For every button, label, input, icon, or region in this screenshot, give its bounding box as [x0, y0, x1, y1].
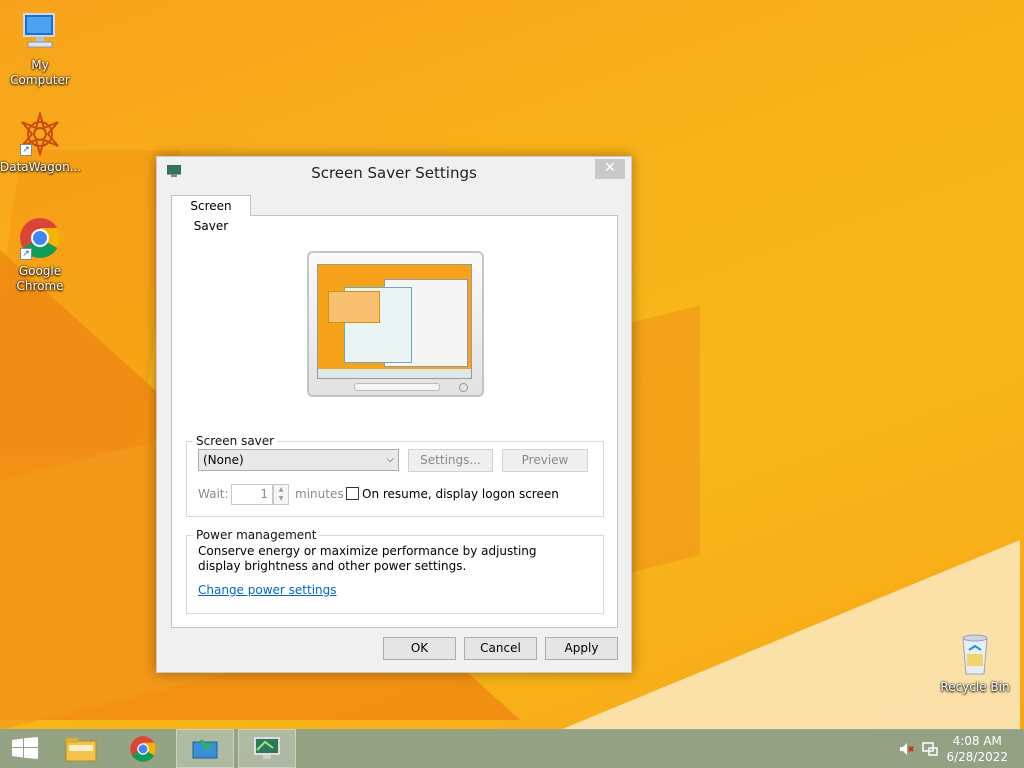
screen-saver-select[interactable]: (None) ⌵ — [198, 449, 399, 471]
close-icon: ✕ — [604, 160, 616, 176]
screen-saver-legend: Screen saver — [196, 434, 275, 448]
desktop-icon-label: DataWagon... — [0, 160, 82, 174]
chevron-down-icon: ⌵ — [386, 454, 394, 465]
datawagon-icon: ↗ — [18, 110, 62, 158]
screen-saver-settings-dialog: Screen Saver Settings ✕ Screen Saver Scr… — [156, 156, 632, 673]
change-power-settings-link[interactable]: Change power settings — [198, 583, 337, 597]
dialog-title: Screen Saver Settings — [311, 164, 477, 182]
computer-icon — [18, 10, 62, 54]
clock-time: 4:08 AM — [952, 734, 1002, 748]
desktop-icon-label: Google Chrome — [16, 264, 64, 293]
taskbar: 4:08 AM 6/28/2022 — [0, 729, 1024, 768]
taskbar-screen-saver-settings[interactable] — [238, 729, 296, 768]
system-clock[interactable]: 4:08 AM 6/28/2022 — [946, 733, 1008, 765]
spin-down-icon[interactable]: ▼ — [274, 494, 288, 503]
network-icon[interactable] — [922, 741, 938, 757]
wait-minutes-input[interactable]: 1 — [231, 484, 273, 505]
screen-saver-selected: (None) — [203, 453, 244, 467]
shortcut-arrow-icon: ↗ — [20, 248, 32, 260]
shortcut-arrow-icon: ↗ — [20, 144, 32, 156]
desktop-icon-recycle-bin[interactable]: Recycle Bin — [935, 632, 1015, 695]
title-bar[interactable]: Screen Saver Settings ✕ — [157, 157, 631, 187]
wait-spinner[interactable]: ▲ ▼ — [273, 484, 289, 505]
resume-logon-checkbox[interactable] — [346, 487, 359, 500]
preview-taskbar — [318, 369, 471, 378]
windows-logo-icon — [12, 737, 38, 759]
taskbar-chrome[interactable] — [114, 729, 172, 768]
cancel-button[interactable]: Cancel — [464, 637, 537, 660]
wait-label: Wait: — [198, 487, 229, 501]
folder-icon — [65, 738, 97, 762]
monitor-stand — [354, 383, 440, 391]
desktop-icon-datawagon[interactable]: ↗ DataWagon... — [0, 110, 82, 175]
apply-button[interactable]: Apply — [545, 637, 618, 660]
close-button[interactable]: ✕ — [595, 159, 625, 179]
desktop-icon-my-computer[interactable]: My Computer — [0, 10, 80, 88]
desktop-icon-label: Recycle Bin — [940, 680, 1010, 694]
app-window-icon — [192, 739, 218, 759]
display-settings-icon — [254, 737, 280, 759]
chrome-icon: ↗ — [18, 216, 62, 260]
preview-monitor — [328, 291, 380, 323]
taskbar-app-switcher[interactable] — [176, 729, 234, 768]
chrome-icon — [130, 736, 156, 762]
desktop-icon-google-chrome[interactable]: ↗ Google Chrome — [0, 216, 80, 294]
power-description: Conserve energy or maximize performance … — [198, 544, 537, 573]
monitor-preview — [307, 251, 484, 397]
monitor-power-button — [459, 383, 468, 392]
desktop-icon-label: My Computer — [10, 58, 70, 87]
taskbar-file-explorer[interactable] — [52, 729, 110, 768]
minutes-label: minutes — [295, 487, 344, 501]
preview-button[interactable]: Preview — [502, 449, 588, 472]
clock-date: 6/28/2022 — [946, 750, 1008, 764]
resume-logon-label[interactable]: On resume, display logon screen — [362, 487, 559, 501]
preview-screen — [317, 264, 472, 379]
recycle-bin-icon — [953, 632, 997, 676]
ok-button[interactable]: OK — [383, 637, 456, 660]
power-management-legend: Power management — [196, 528, 317, 542]
spin-up-icon[interactable]: ▲ — [274, 485, 288, 494]
tab-screen-saver[interactable]: Screen Saver — [171, 195, 251, 233]
start-button[interactable] — [0, 729, 48, 768]
settings-button[interactable]: Settings... — [408, 449, 493, 472]
volume-muted-icon[interactable] — [898, 741, 914, 757]
tab-panel: Screen saver (None) ⌵ Settings... Previe… — [171, 215, 618, 628]
